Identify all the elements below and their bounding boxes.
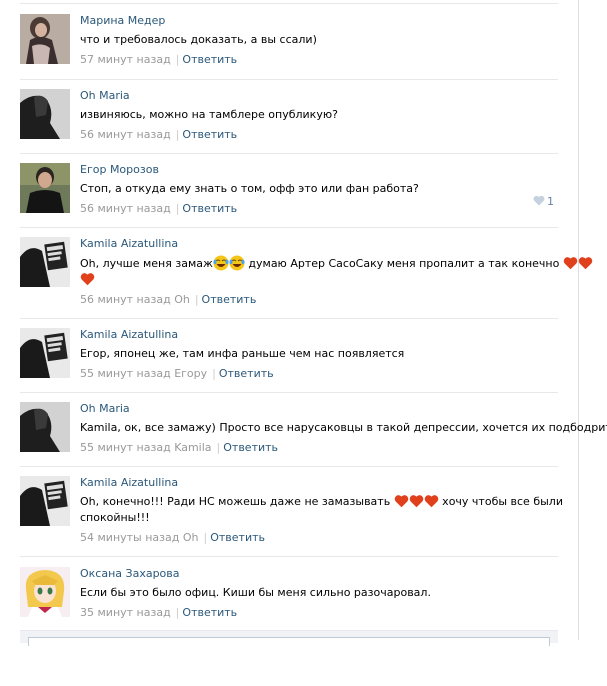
comment-item: Оксана Захарова Если бы это было офиц. К… xyxy=(20,567,558,629)
heart-emoji-icon xyxy=(578,257,593,270)
comment-text: Стоп, а откуда ему знать о том, офф это … xyxy=(80,182,419,195)
heart-emoji-icon xyxy=(563,257,578,270)
reply-form xyxy=(20,630,558,646)
comment-author[interactable]: Kamila Aizatullina xyxy=(80,237,178,251)
meta-separator: | xyxy=(203,531,208,544)
meta-separator: | xyxy=(175,128,180,141)
like-heart-icon xyxy=(533,195,545,206)
reply-link[interactable]: Ответить xyxy=(210,531,265,544)
comment-time[interactable]: 54 минуты назад xyxy=(80,531,179,544)
laughing-emoji-icon xyxy=(229,255,245,271)
comment-author[interactable]: Егор Морозов xyxy=(80,163,159,177)
comment-text: Егор, японец же, там инфа раньше чем нас… xyxy=(80,347,405,360)
reply-to-name[interactable]: Kamila xyxy=(174,441,211,454)
avatar[interactable] xyxy=(20,402,70,452)
comment-divider xyxy=(20,79,558,80)
comment-time[interactable]: 56 минут назад xyxy=(80,293,171,306)
comment-author[interactable]: Kamila Aizatullina xyxy=(80,476,178,490)
comment-item: Oh Maria Kamila, ок, все замажу) Просто … xyxy=(20,402,607,467)
reply-link[interactable]: Ответить xyxy=(219,367,274,380)
comment-item: Kamila Aizatullina Oh, лучше меня замаж … xyxy=(20,237,593,319)
comment-item: Kamila Aizatullina Oh, конечно!!! Ради Н… xyxy=(20,476,563,557)
comment-time[interactable]: 56 минут назад xyxy=(80,202,171,215)
comment-divider xyxy=(20,153,558,154)
reply-to-name[interactable]: Oh xyxy=(174,293,190,306)
comment-text: Если бы это было офиц. Киши бы меня силь… xyxy=(80,586,431,599)
like-count: 1 xyxy=(547,195,554,208)
comment-meta: 56 минут назад Oh | Ответить xyxy=(80,293,558,307)
comment-text-part: Oh, конечно!!! Ради НС можешь даже не за… xyxy=(80,495,391,508)
reply-link[interactable]: Ответить xyxy=(182,202,237,215)
comment-text: Kamila, ок, все замажу) Просто все нарус… xyxy=(80,421,607,434)
meta-separator: | xyxy=(175,606,180,619)
comment-meta: 56 минут назад | Ответить xyxy=(80,202,558,216)
comment-meta: 56 минут назад | Ответить xyxy=(80,128,558,142)
comment-author[interactable]: Oh Maria xyxy=(80,402,130,416)
comment-author[interactable]: Оксана Захарова xyxy=(80,567,180,581)
comment-divider xyxy=(20,392,558,393)
comment-text: Oh, конечно!!! Ради НС можешь даже не за… xyxy=(80,494,563,510)
comment-author[interactable]: Oh Maria xyxy=(80,89,130,103)
comment-text: Oh, лучше меня замаж думаю Артер СасоСак… xyxy=(80,255,593,272)
comment-text-part: думаю Артер СасоСаку меня пропалит а так… xyxy=(244,257,560,270)
like-button[interactable]: 1 xyxy=(533,195,554,209)
meta-separator: | xyxy=(194,293,199,306)
comment-time[interactable]: 55 минут назад xyxy=(80,367,171,380)
comment-item: Егор Морозов Стоп, а откуда ему знать о … xyxy=(20,163,558,228)
comment-item: Oh Maria извиняюсь, можно на тамблере оп… xyxy=(20,89,558,154)
comment-meta: 35 минут назад | Ответить xyxy=(80,606,558,620)
meta-separator: | xyxy=(216,441,221,454)
avatar[interactable] xyxy=(20,163,70,213)
meta-separator: | xyxy=(212,367,216,380)
comment-meta: 54 минуты назад Oh | Ответить xyxy=(80,531,558,545)
avatar[interactable] xyxy=(20,476,70,526)
comment-text-part: хочу чтобы все были xyxy=(438,495,563,508)
reply-link[interactable]: Ответить xyxy=(182,606,237,619)
heart-emoji-icon xyxy=(80,273,95,286)
avatar[interactable] xyxy=(20,237,70,287)
comment-text: что и требовалось доказать, а вы ссали) xyxy=(80,33,317,46)
divider xyxy=(20,3,558,4)
comment-item: Kamila Aizatullina Егор, японец же, там … xyxy=(20,328,558,393)
heart-emoji-icon xyxy=(409,495,423,508)
comment-text-part: Oh, лучше меня замаж xyxy=(80,257,213,270)
comment-time[interactable]: 57 минут назад xyxy=(80,53,171,66)
comment-text-line: спокойны!!! xyxy=(80,511,150,524)
reply-link[interactable]: Ответить xyxy=(202,293,257,306)
heart-emoji-icon xyxy=(424,495,438,508)
avatar[interactable] xyxy=(20,89,70,139)
reply-link[interactable]: Ответить xyxy=(223,441,278,454)
reply-input[interactable] xyxy=(28,637,550,646)
comment-meta: 55 минут назад Егору | Ответить xyxy=(80,367,558,381)
laughing-emoji-icon xyxy=(213,255,229,271)
comment-item: Марина Медер что и требовалось доказать,… xyxy=(20,14,558,80)
reply-link[interactable]: Ответить xyxy=(182,128,237,141)
comment-divider xyxy=(20,227,558,228)
avatar[interactable] xyxy=(20,14,70,64)
comment-divider xyxy=(20,466,558,467)
meta-separator: | xyxy=(175,202,180,215)
comment-author[interactable]: Kamila Aizatullina xyxy=(80,328,178,342)
avatar[interactable] xyxy=(20,567,70,617)
reply-to-name[interactable]: Егору xyxy=(174,367,207,380)
comment-text-line xyxy=(80,272,558,288)
comment-author[interactable]: Марина Медер xyxy=(80,14,165,28)
comment-time[interactable]: 56 минут назад xyxy=(80,128,171,141)
comment-time[interactable]: 55 минут назад xyxy=(80,441,171,454)
comment-meta: 57 минут назад | Ответить xyxy=(80,53,558,67)
comment-meta: 55 минут назад Kamila | Ответить xyxy=(80,441,558,455)
comment-text: извиняюсь, можно на тамблере опубликую? xyxy=(80,108,338,121)
page-scroll-border xyxy=(578,0,579,640)
heart-emoji-icon xyxy=(394,495,408,508)
reply-link[interactable]: Ответить xyxy=(182,53,237,66)
meta-separator: | xyxy=(175,53,180,66)
comment-time[interactable]: 35 минут назад xyxy=(80,606,171,619)
comment-divider xyxy=(20,556,558,557)
avatar[interactable] xyxy=(20,328,70,378)
comment-divider xyxy=(20,318,558,319)
reply-to-name[interactable]: Oh xyxy=(183,531,199,544)
